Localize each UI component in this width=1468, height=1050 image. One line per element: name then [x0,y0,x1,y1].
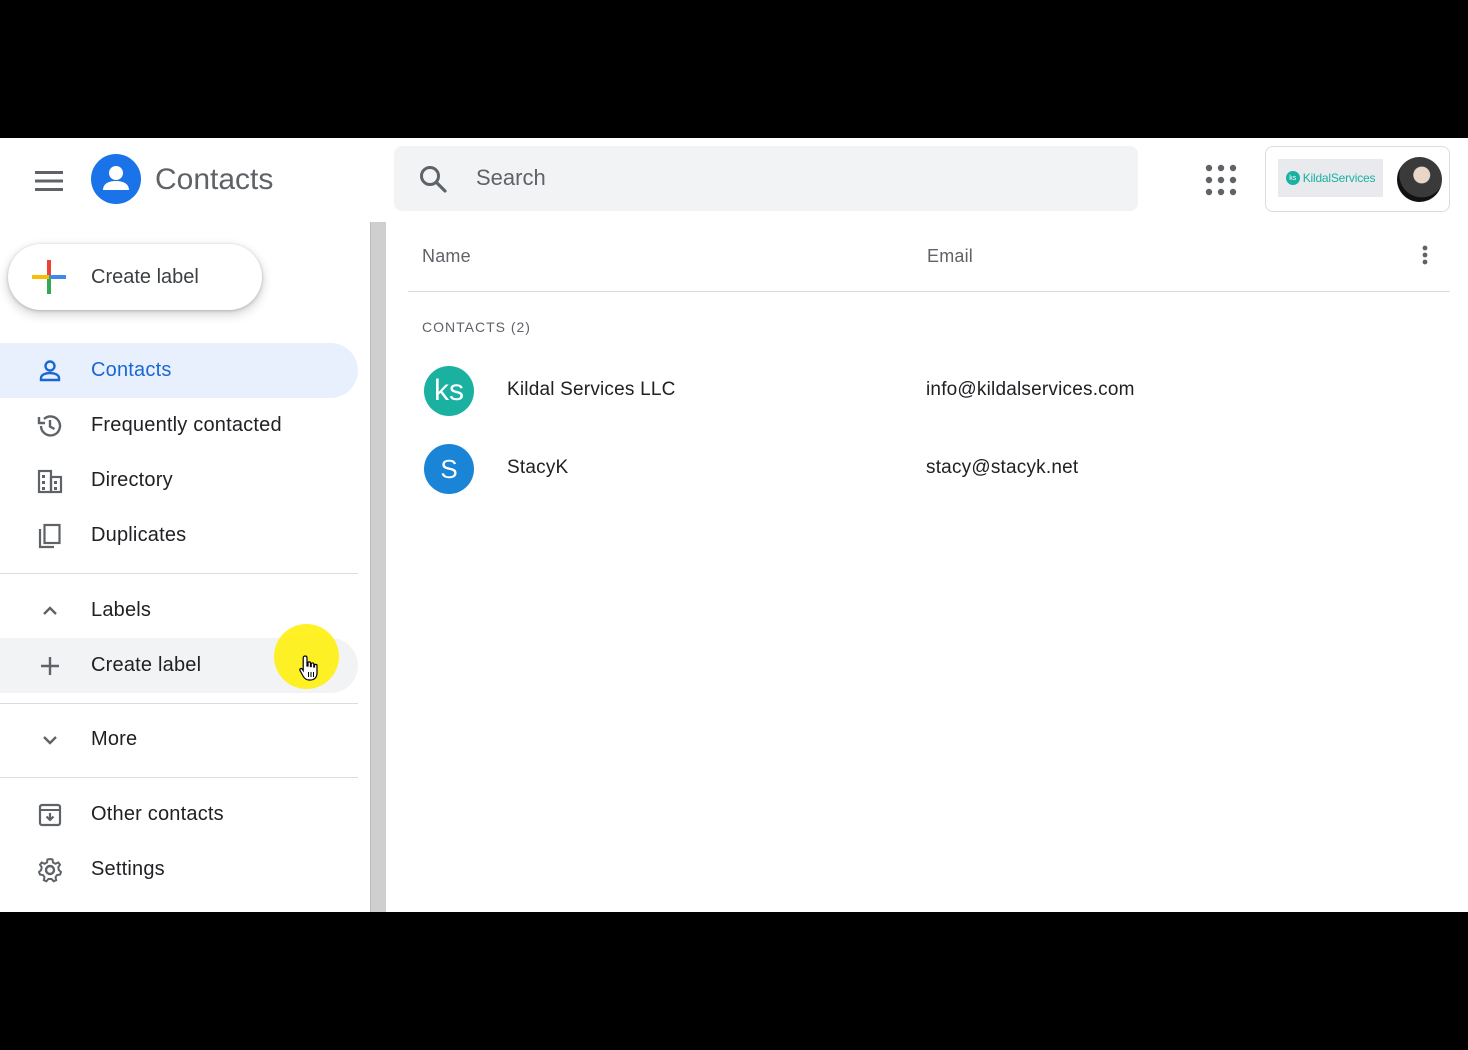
sidebar-item-contacts[interactable]: Contacts [0,343,358,398]
sidebar-scrollbar[interactable] [370,222,386,912]
person-icon [39,360,61,382]
copy-icon [38,523,61,549]
account-avatar[interactable] [1397,157,1442,202]
sidebar-item-label: Settings [91,858,165,880]
plus-icon [41,657,59,675]
contact-avatar[interactable]: ks [424,366,474,416]
sidebar-divider [0,573,358,574]
contacts-app: Contacts ks KildalServices Create label [0,138,1468,912]
more-vert-icon[interactable] [1413,242,1437,270]
column-header-name[interactable]: Name [422,246,471,267]
building-icon [37,469,63,494]
sidebar-item-directory[interactable]: Directory [0,453,358,508]
main-menu-button[interactable] [24,156,74,206]
colored-plus-icon [32,260,66,294]
app-title[interactable]: Contacts [155,160,273,200]
account-switcher[interactable]: ks KildalServices [1265,146,1450,212]
labels-header: Labels [91,599,152,621]
contact-avatar[interactable]: S [424,444,474,494]
contact-row[interactable]: ks Kildal Services LLC info@kildalservic… [408,355,1450,427]
contact-name: StacyK [507,457,569,478]
sidebar-divider [0,703,358,704]
more-toggle[interactable]: More [0,712,358,767]
contact-row[interactable]: S StacyK stacy@stacyk.net [408,433,1450,505]
sidebar-item-label: Duplicates [91,524,187,546]
sidebar-item-label: Contacts [91,359,172,381]
contact-email: stacy@stacyk.net [926,457,1079,478]
contacts-section-title: CONTACTS (2) [422,319,531,335]
create-contact-button[interactable]: Create label [8,244,262,310]
sidebar-item-duplicates[interactable]: Duplicates [0,508,358,563]
more-label: More [91,728,138,750]
sidebar-item-label: Other contacts [91,803,224,825]
create-contact-label: Create label [91,266,199,288]
sidebar-item-settings[interactable]: Settings [0,842,358,897]
contact-name: Kildal Services LLC [507,379,676,400]
sidebar-item-label: Frequently contacted [91,414,282,436]
search-bar[interactable] [394,146,1138,211]
org-logo-text: KildalServices [1302,171,1376,185]
org-logo-mark: ks [1285,171,1300,185]
letterbox-bottom [0,912,1468,1050]
search-icon[interactable] [418,164,448,194]
contacts-logo-icon[interactable] [91,154,141,204]
create-label-text: Create label [91,654,202,676]
hamburger-menu-icon [35,171,63,191]
gear-icon [37,857,63,883]
sidebar-item-label: Directory [91,469,173,491]
chevron-down-icon [43,736,57,745]
sidebar-item-other-contacts[interactable]: Other contacts [0,787,358,842]
sidebar-item-frequently-contacted[interactable]: Frequently contacted [0,398,358,453]
list-header-divider [408,291,1450,292]
hand-pointer-icon [299,655,318,681]
archive-download-icon [38,803,62,827]
history-icon [37,415,62,437]
contact-email: info@kildalservices.com [926,379,1135,400]
letterbox-top [0,0,1468,138]
column-header-email[interactable]: Email [927,246,973,267]
search-input[interactable] [476,158,1116,198]
sidebar-divider [0,777,358,778]
org-logo: ks KildalServices [1278,159,1383,197]
chevron-up-icon [43,606,57,615]
google-apps-icon[interactable] [1203,162,1239,198]
